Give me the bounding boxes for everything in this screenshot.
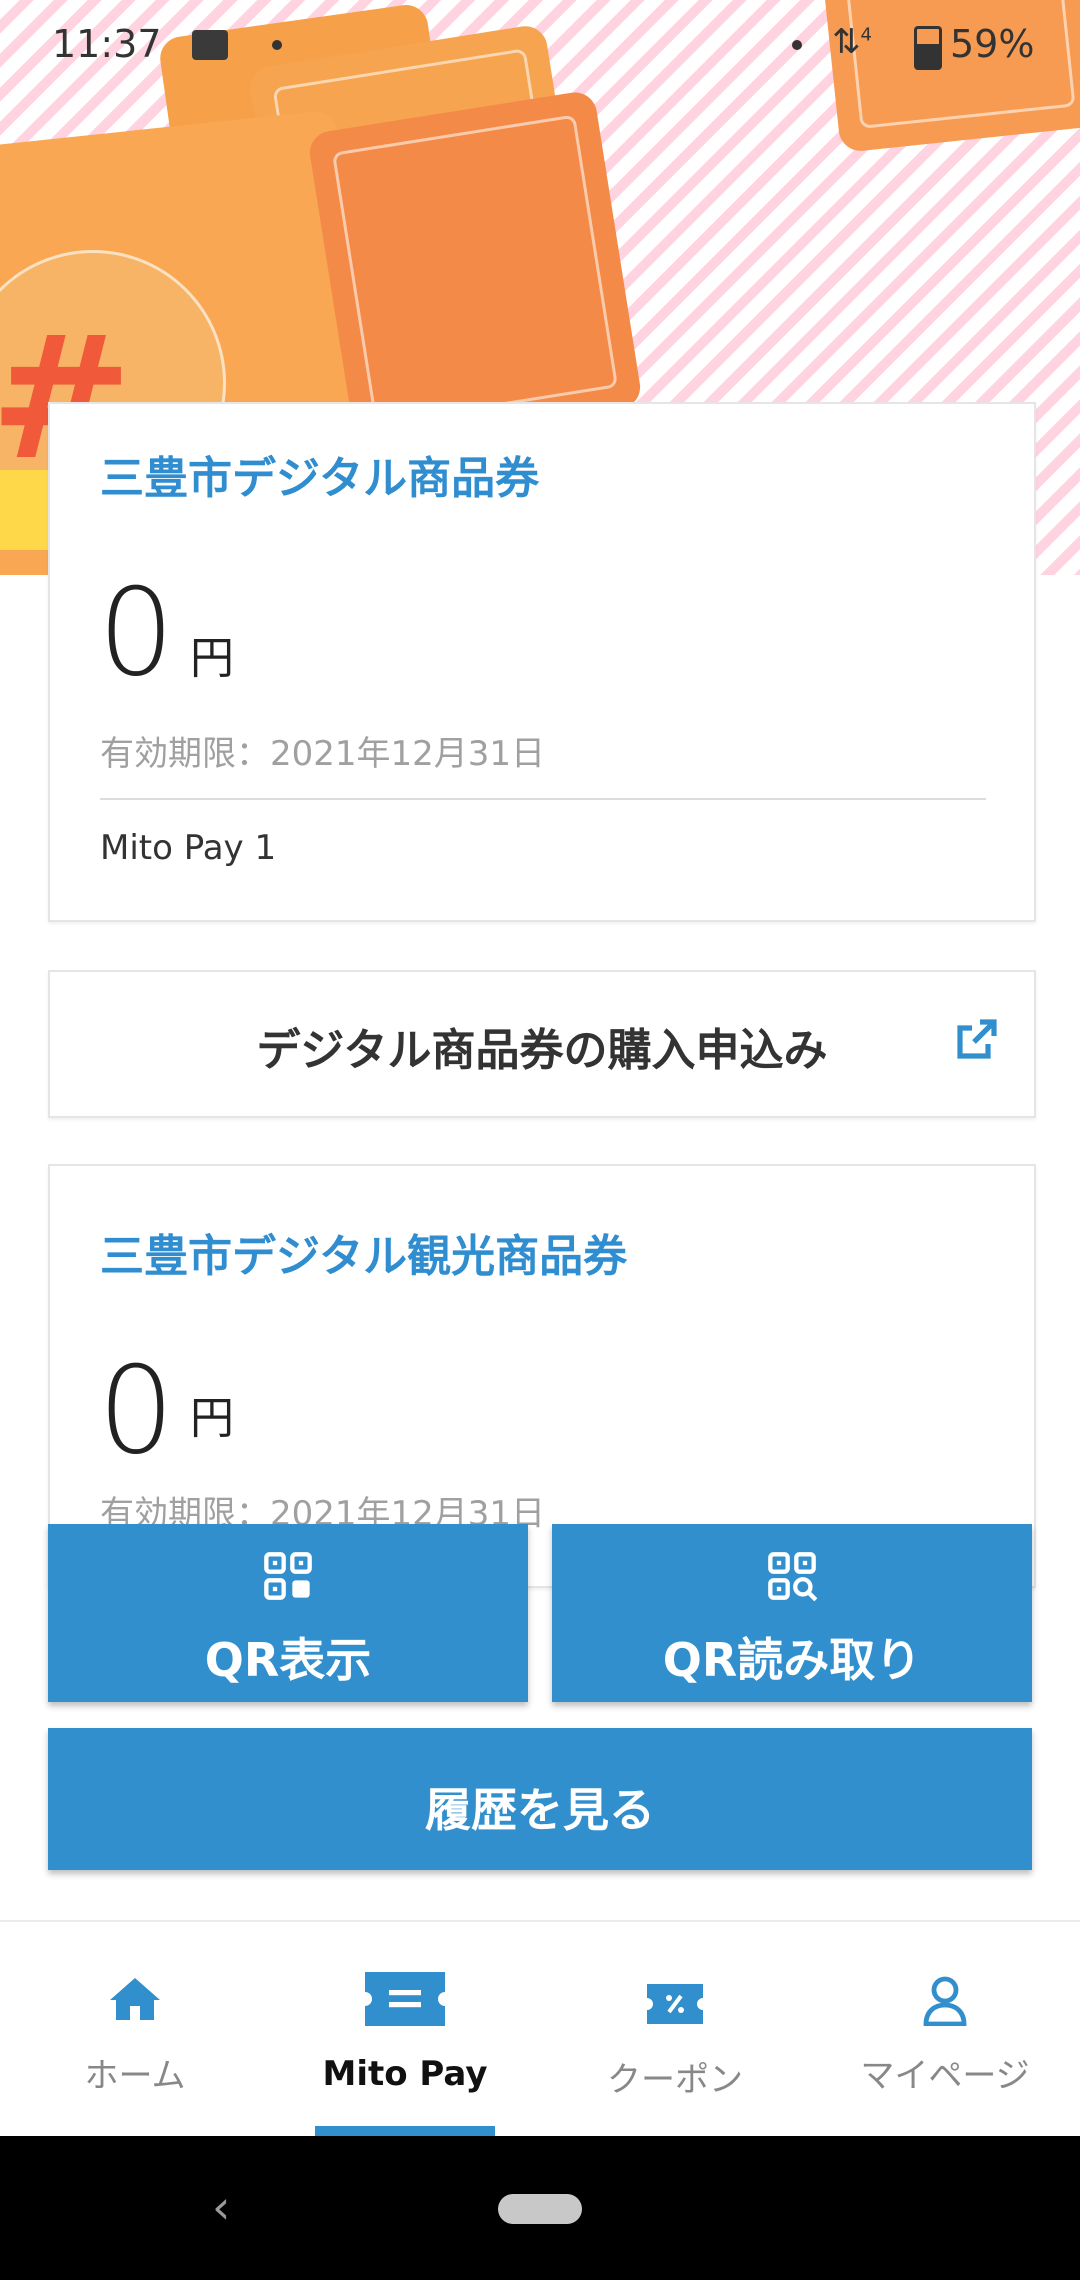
nav-label: クーポン — [607, 2060, 743, 2100]
nav-label: マイページ — [860, 2056, 1030, 2096]
voucher-subname: Mito Pay 1 — [100, 828, 277, 868]
currency-label: 円 — [190, 633, 234, 684]
currency-label: 円 — [190, 1393, 234, 1444]
voucher-balance: 0 — [98, 564, 175, 703]
history-button[interactable]: 履歴を見る — [48, 1728, 1032, 1870]
nav-item-coupon[interactable]: クーポン — [540, 1922, 810, 2138]
purchase-link[interactable]: デジタル商品券の購入申込み — [48, 970, 1036, 1118]
notification-dot-icon — [272, 40, 282, 50]
ticket-icon — [365, 1972, 445, 2026]
status-bar: 11:37 ⇅4 59% — [0, 0, 1080, 90]
qr-scan-icon — [768, 1552, 818, 1602]
nav-item-home[interactable]: ホーム — [0, 1922, 270, 2138]
nav-item-mypage[interactable]: マイページ — [810, 1922, 1080, 2138]
bottom-navigation: ホーム Mito Pay クーポン マイページ — [0, 1920, 1080, 2138]
qr-scan-button[interactable]: QR読み取り — [552, 1524, 1032, 1702]
qr-show-button[interactable]: QR表示 — [48, 1524, 528, 1702]
active-tab-indicator — [315, 2126, 495, 2136]
home-icon — [110, 1978, 160, 2020]
home-pill-icon[interactable] — [498, 2194, 582, 2224]
coupon-icon — [647, 1984, 703, 2024]
status-time: 11:37 — [52, 22, 162, 66]
purchase-label: デジタル商品券の購入申込み — [256, 1025, 828, 1076]
nav-label: Mito Pay — [322, 2054, 488, 2094]
user-icon — [923, 1976, 967, 2026]
qr-code-icon — [264, 1552, 312, 1600]
battery-percent: 59% — [950, 22, 1035, 66]
divider — [100, 798, 986, 800]
ticket-illustration — [306, 89, 644, 451]
back-chevron-icon[interactable]: ‹ — [212, 2180, 230, 2234]
nav-item-mitopay[interactable]: Mito Pay — [270, 1922, 540, 2138]
wifi-signal-icon: ⇅4 — [832, 22, 872, 62]
nav-label: ホーム — [84, 2056, 186, 2096]
external-link-icon — [957, 1019, 997, 1059]
voucher-expiry: 有効期限：2021年12月31日 — [100, 734, 546, 774]
voucher-card-shopping[interactable]: 三豊市デジタル商品券 0 円 有効期限：2021年12月31日 Mito Pay… — [48, 402, 1036, 922]
voucher-title: 三豊市デジタル商品券 — [100, 453, 540, 504]
history-label: 履歴を見る — [425, 1783, 655, 1837]
qr-show-label: QR表示 — [204, 1633, 372, 1687]
system-navigation-bar: ‹ — [0, 2136, 1080, 2280]
image-notification-icon — [192, 30, 228, 60]
voucher-title: 三豊市デジタル観光商品券 — [100, 1231, 628, 1282]
voucher-balance: 0 — [98, 1342, 175, 1481]
notification-dot-icon — [792, 40, 802, 50]
qr-scan-label: QR読み取り — [662, 1633, 922, 1687]
battery-icon — [914, 26, 942, 70]
